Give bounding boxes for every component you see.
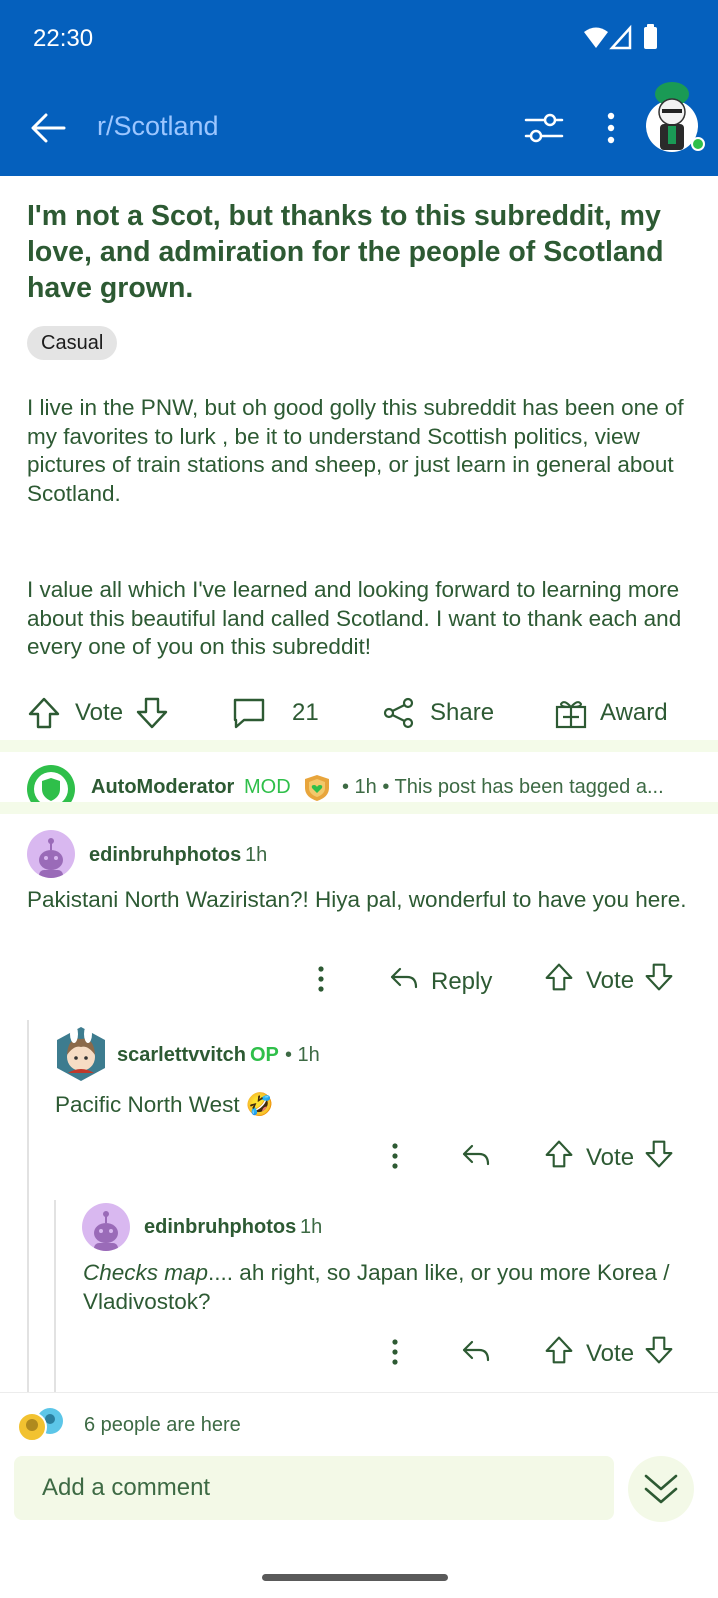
post-actions: Vote 21 Share Award — [0, 690, 718, 736]
automod-username[interactable]: AutoModerator — [91, 776, 234, 799]
subreddit-title[interactable]: r/Scotland — [97, 111, 219, 142]
upvote-icon[interactable] — [544, 1137, 574, 1178]
jump-next-button[interactable] — [628, 1456, 694, 1522]
post-body-paragraph: I value all which I've learned and looki… — [27, 577, 682, 659]
avatar[interactable] — [27, 830, 75, 878]
comment-text: Pacific North West 🤣 — [55, 1092, 274, 1117]
presence-avatars — [16, 1405, 72, 1443]
reply-icon — [388, 960, 420, 1003]
divider — [0, 740, 718, 752]
automod-preview: • 1h • This post has been tagged a... — [342, 776, 664, 798]
more-options-icon[interactable] — [596, 108, 626, 148]
back-arrow-icon[interactable] — [24, 104, 72, 152]
reply-icon[interactable] — [460, 1137, 492, 1178]
gesture-nav-bar[interactable] — [262, 1574, 448, 1581]
divider — [0, 802, 718, 814]
share-label: Share — [430, 699, 495, 726]
comment-time: 1h — [245, 844, 268, 866]
comment-text: Checks map.... ah right, so Japan like, … — [83, 1259, 683, 1316]
post-flair[interactable]: Casual — [27, 326, 118, 360]
share-icon — [382, 696, 416, 730]
award-label: Award — [600, 699, 668, 726]
more-options-icon[interactable] — [384, 1139, 406, 1178]
user-avatar[interactable] — [646, 80, 708, 154]
downvote-icon[interactable] — [135, 696, 169, 730]
downvote-icon[interactable] — [644, 1137, 674, 1178]
avatar[interactable] — [54, 1025, 108, 1083]
comment-text-italic: Checks map — [83, 1260, 209, 1285]
comment-count: 21 — [292, 699, 319, 726]
comment-username[interactable]: scarlettvvitch — [117, 1044, 246, 1067]
upvote-icon[interactable] — [544, 960, 574, 1001]
more-options-icon[interactable] — [384, 1335, 406, 1374]
vote-label: Vote — [75, 699, 124, 726]
comment-time: • 1h — [285, 1044, 320, 1066]
comments-button[interactable]: 21 — [232, 690, 319, 736]
post-body-paragraph: I live in the PNW, but oh good golly thi… — [27, 395, 684, 506]
add-comment-placeholder: Add a comment — [42, 1474, 211, 1501]
more-options-icon[interactable] — [310, 962, 332, 1001]
downvote-icon[interactable] — [644, 960, 674, 1001]
upvote-icon[interactable] — [27, 696, 61, 730]
comment-vote-group: Vote — [544, 960, 674, 1001]
op-tag: OP — [250, 1044, 279, 1066]
status-time: 22:30 — [33, 25, 94, 52]
sort-filter-icon[interactable] — [522, 108, 566, 148]
post-title: I'm not a Scot, but thanks to this subre… — [27, 200, 664, 304]
comment-icon — [232, 696, 266, 730]
wifi-icon — [584, 27, 608, 48]
signal-icon — [609, 24, 632, 50]
status-icons — [582, 24, 662, 52]
comment-vote-group: Vote — [544, 1333, 674, 1374]
comment-vote-group: Vote — [544, 1137, 674, 1178]
award-button[interactable]: Award — [554, 690, 668, 736]
presence-text: 6 people are here — [84, 1414, 241, 1436]
vote-label: Vote — [586, 1143, 635, 1171]
reply-label: Reply — [431, 967, 493, 995]
mod-shield-badge-icon — [302, 773, 332, 803]
add-comment-input[interactable]: Add a comment — [14, 1456, 614, 1520]
avatar[interactable] — [82, 1203, 130, 1251]
downvote-icon[interactable] — [644, 1333, 674, 1374]
comment-actions: Reply Vote — [0, 958, 718, 998]
comment-actions: Vote — [0, 1135, 718, 1175]
comment-actions: Vote — [0, 1331, 718, 1371]
battery-icon — [644, 27, 657, 49]
vote-label: Vote — [586, 1339, 635, 1367]
post-vote-group: Vote — [27, 690, 169, 736]
vote-label: Vote — [586, 966, 635, 994]
double-chevron-down-icon — [644, 1474, 678, 1504]
reply-icon[interactable] — [460, 1333, 492, 1374]
comment-username[interactable]: edinbruhphotos — [89, 844, 241, 867]
share-button[interactable]: Share — [382, 690, 494, 736]
app-bar: 22:30 r/Scotland — [0, 0, 718, 176]
comment-time: 1h — [300, 1216, 323, 1238]
gift-icon — [554, 696, 588, 730]
mod-tag: MOD — [244, 776, 291, 798]
upvote-icon[interactable] — [544, 1333, 574, 1374]
comment-text: Pakistani North Waziristan?! Hiya pal, w… — [27, 887, 687, 912]
comment-username[interactable]: edinbruhphotos — [144, 1216, 296, 1239]
reply-button[interactable]: Reply — [388, 960, 492, 1003]
